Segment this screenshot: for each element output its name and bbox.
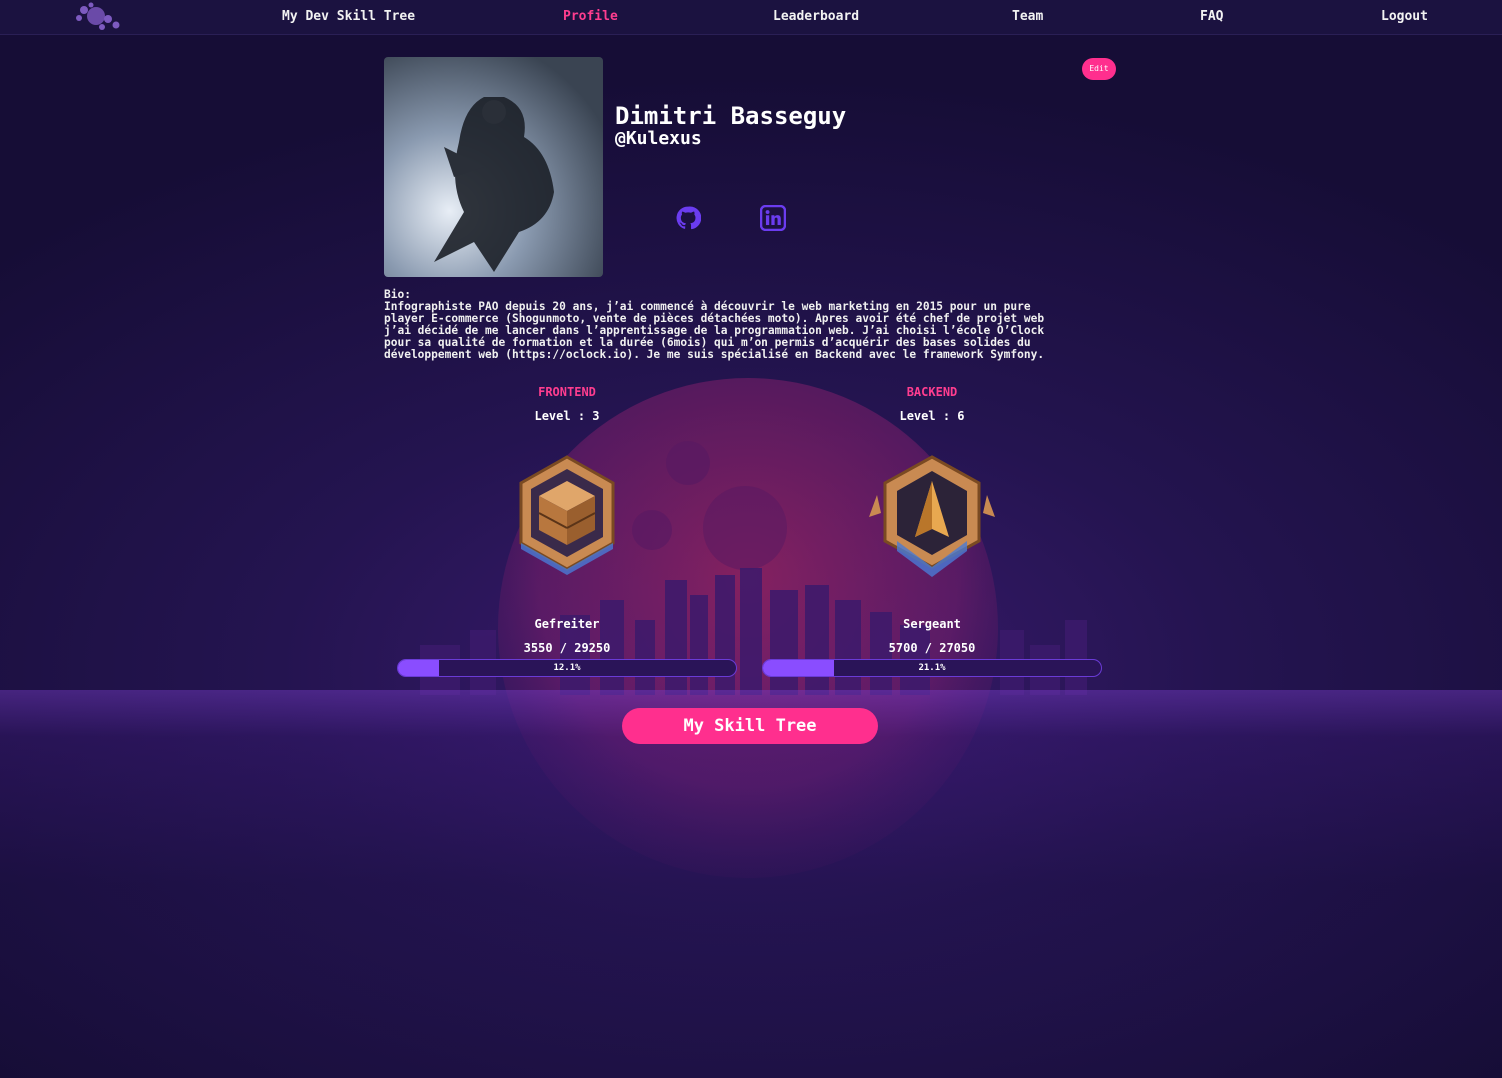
nav-home[interactable]: My Dev Skill Tree — [282, 9, 415, 24]
skill-rank: Sergeant — [903, 617, 961, 631]
skill-level: Level : 6 — [899, 409, 965, 423]
avatar — [384, 57, 603, 277]
nav-team[interactable]: Team — [1012, 9, 1043, 24]
nav-profile[interactable]: Profile — [563, 9, 618, 24]
skill-rank: Gefreiter — [534, 617, 600, 631]
my-skill-tree-button[interactable]: My Skill Tree — [622, 708, 878, 744]
skill-progress-bar: 21.1% — [762, 659, 1102, 677]
github-icon[interactable] — [675, 205, 701, 231]
background-floor-glow — [0, 690, 1502, 1078]
nav-faq[interactable]: FAQ — [1200, 9, 1223, 24]
skill-level: Level : 3 — [534, 409, 600, 423]
profile-name: Dimitri Basseguy — [615, 102, 847, 130]
skill-xp: 3550 / 29250 — [523, 641, 611, 655]
profile-bio: Bio: Infographiste PAO depuis 20 ans, j’… — [384, 288, 1045, 361]
linkedin-icon[interactable] — [760, 205, 786, 231]
edit-profile-button[interactable]: Edit — [1082, 58, 1116, 80]
skill-category: BACKEND — [906, 385, 958, 399]
skill-category: FRONTEND — [538, 385, 596, 399]
arrow-badge-icon — [869, 455, 995, 577]
top-nav: My Dev Skill Tree Profile Leaderboard Te… — [0, 0, 1502, 35]
crate-badge-icon — [519, 455, 615, 575]
skill-progress-label: 21.1% — [918, 663, 946, 673]
app-logo[interactable] — [74, 1, 124, 33]
skill-progress-bar: 12.1% — [397, 659, 737, 677]
profile-handle: @Kulexus — [615, 128, 702, 149]
nav-leaderboard[interactable]: Leaderboard — [773, 9, 859, 24]
skill-xp: 5700 / 27050 — [888, 641, 976, 655]
skill-progress-label: 12.1% — [553, 663, 581, 673]
nav-logout[interactable]: Logout — [1381, 9, 1428, 24]
